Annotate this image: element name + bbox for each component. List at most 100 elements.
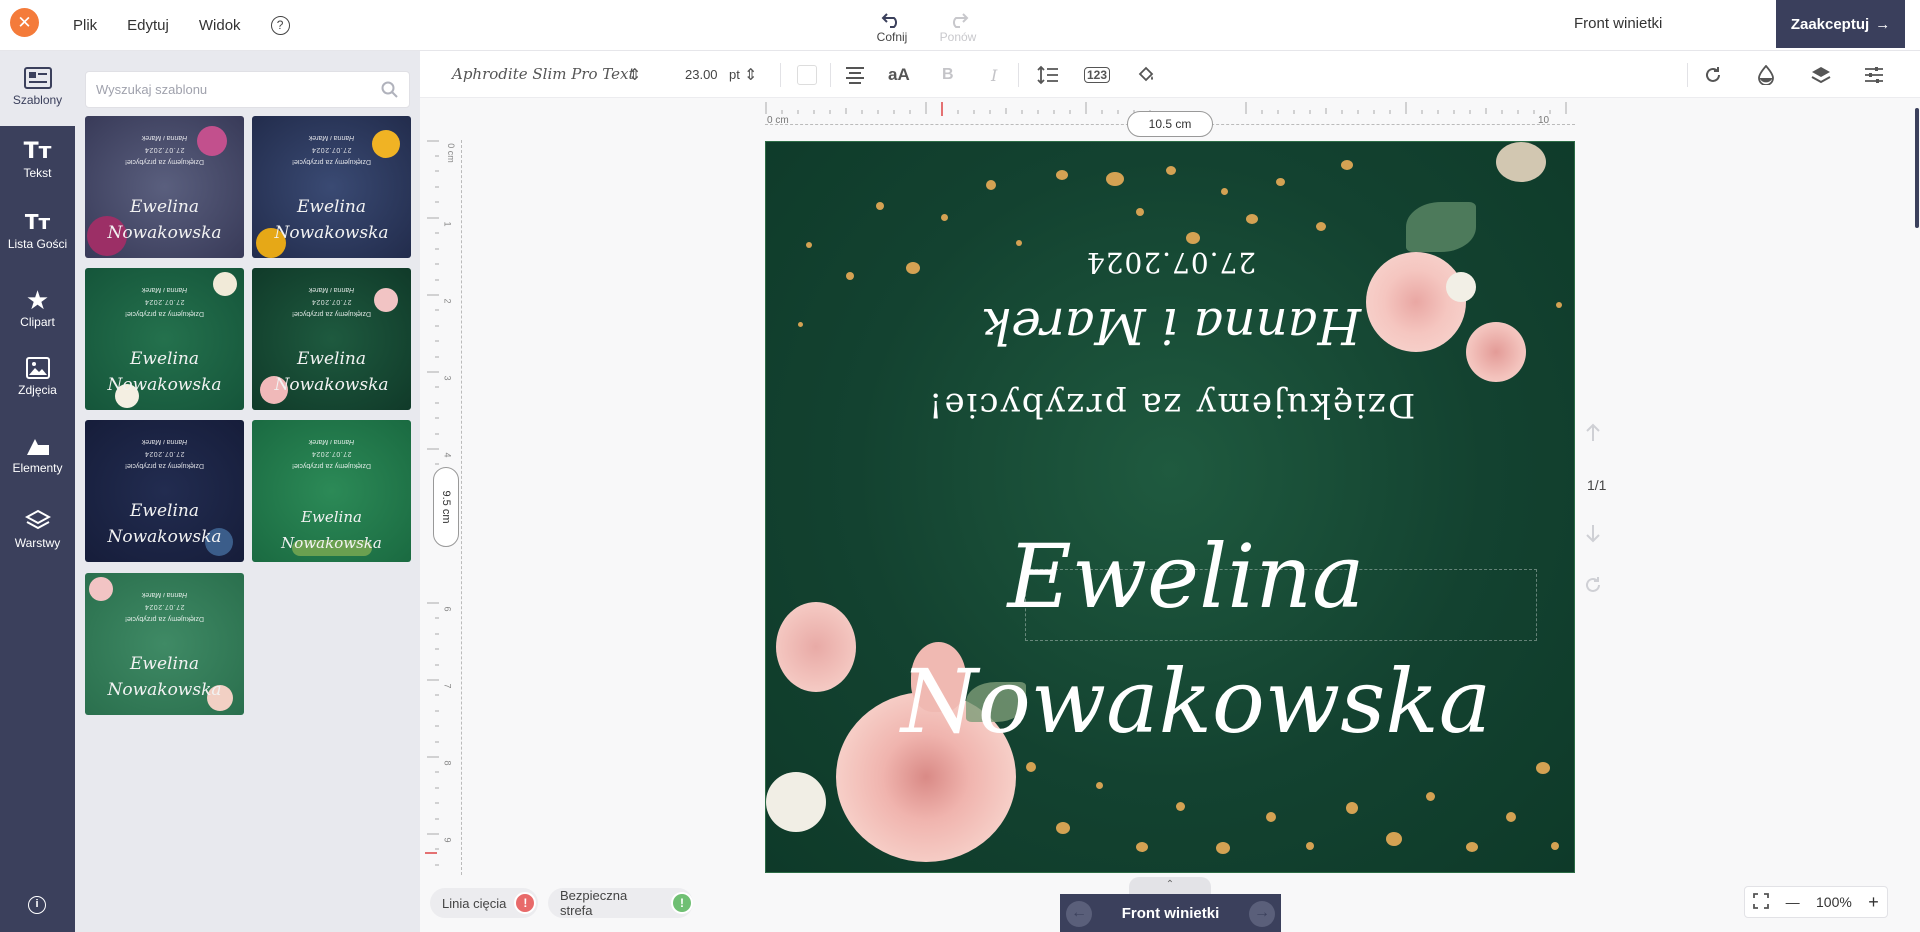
font-size-input[interactable]: 23.00 bbox=[685, 67, 718, 82]
guest-list-icon: Tт bbox=[24, 210, 51, 234]
card-couple-text[interactable]: Hanna i Marek bbox=[766, 297, 1574, 355]
template-thumb-1[interactable]: 27.07.2024 Hanna i Marek Dziękujemy za p… bbox=[85, 116, 244, 258]
thumb-date: 27.07.2024 bbox=[311, 450, 352, 457]
card-guest-first-name[interactable]: Ewelina bbox=[906, 525, 1466, 628]
thumb-couple: Hanna i Marek bbox=[308, 286, 355, 293]
gold-confetti bbox=[941, 214, 948, 221]
sidebar-item-label: Szablony bbox=[12, 93, 63, 107]
gold-confetti bbox=[1096, 782, 1103, 789]
accept-button[interactable]: Zaakceptuj → bbox=[1776, 0, 1905, 48]
side-switcher: ← Front winietki → bbox=[1060, 894, 1281, 932]
arrow-down-icon[interactable] bbox=[1584, 523, 1602, 548]
place-card-canvas[interactable]: 27.07.2024 Hanna i Marek Dziękujemy za p… bbox=[765, 141, 1575, 873]
toolbar-divider bbox=[830, 63, 831, 87]
thumb-thanks: Dziękujemy za przybycie! bbox=[292, 462, 371, 469]
cut-line-toggle[interactable]: Linia cięcia ! bbox=[430, 888, 538, 918]
ruler-tick-label: 8 bbox=[442, 760, 453, 766]
card-date-text[interactable]: 27.07.2024 bbox=[766, 246, 1574, 279]
gold-confetti bbox=[1186, 232, 1200, 244]
menu-view[interactable]: Widok bbox=[199, 17, 241, 34]
thumb-date: 27.07.2024 bbox=[144, 146, 185, 153]
width-measure-pill: 10.5 cm bbox=[1127, 111, 1213, 137]
close-button[interactable]: ✕ bbox=[10, 8, 39, 37]
align-center-icon[interactable] bbox=[845, 64, 865, 86]
expand-handle[interactable]: ⌃ bbox=[1129, 877, 1211, 895]
zoom-out-button[interactable]: — bbox=[1786, 894, 1800, 910]
refresh-icon[interactable] bbox=[1584, 576, 1602, 599]
thumb-full-name: Ewelina Nowakowska bbox=[281, 508, 382, 552]
safe-zone-toggle[interactable]: Bezpieczna strefa ! bbox=[548, 888, 693, 918]
toolbar-divider bbox=[1687, 63, 1688, 87]
font-family-select[interactable]: Aphrodite Slim Pro Text bbox=[452, 65, 635, 83]
vertical-scrollbar[interactable] bbox=[1915, 108, 1919, 228]
height-measure-pill: 9.5 cm bbox=[433, 467, 459, 547]
cut-line-indicator-icon: ! bbox=[514, 892, 537, 914]
undo-icon bbox=[872, 4, 912, 28]
sidebar-item-layers[interactable]: Warstwy bbox=[0, 506, 75, 550]
menu-file[interactable]: Plik bbox=[73, 17, 97, 34]
thumb-couple: Hanna i Marek bbox=[308, 134, 355, 141]
template-thumb-3[interactable]: 27.07.2024 Hanna i Marek Dziękujemy za p… bbox=[85, 268, 244, 410]
chevron-up-icon: ⌃ bbox=[1165, 879, 1175, 890]
gold-confetti bbox=[1166, 166, 1176, 175]
letter-spacing-icon[interactable]: 123 bbox=[1084, 67, 1111, 83]
info-icon[interactable]: i bbox=[28, 896, 46, 914]
zoom-in-button[interactable]: + bbox=[1868, 892, 1879, 913]
thumb-couple: Hanna i Marek bbox=[141, 134, 188, 141]
sidebar-item-guest-list[interactable]: Tт Lista Gości bbox=[0, 207, 75, 251]
template-thumb-2[interactable]: 27.07.2024 Hanna i Marek Dziękujemy za p… bbox=[252, 116, 411, 258]
rotate-icon[interactable] bbox=[1703, 64, 1723, 86]
ruler-tick-label: 4 bbox=[442, 452, 453, 458]
gold-confetti bbox=[1136, 842, 1148, 852]
thumb-date: 27.07.2024 bbox=[144, 603, 185, 610]
card-guest-last-name[interactable]: Nowakowska bbox=[886, 650, 1506, 753]
text-color-swatch[interactable] bbox=[796, 64, 818, 86]
settings-sliders-icon[interactable] bbox=[1864, 64, 1884, 86]
gold-confetti bbox=[1136, 208, 1144, 216]
ruler-tick-label: 3 bbox=[442, 375, 453, 381]
template-thumb-4[interactable]: 27.07.2024 Hanna i Marek Dziękujemy za p… bbox=[252, 268, 411, 410]
star-icon: ★ bbox=[25, 284, 50, 315]
thumb-thanks: Dziękujemy za przybycie! bbox=[125, 310, 204, 317]
previous-side-button[interactable]: ← bbox=[1066, 901, 1092, 927]
toolbar-divider bbox=[1018, 63, 1019, 87]
font-unit-select[interactable]: pt bbox=[729, 67, 740, 82]
line-height-icon[interactable] bbox=[1037, 64, 1059, 86]
thumb-last-name: Nowakowska bbox=[107, 527, 222, 547]
arrow-up-icon[interactable] bbox=[1584, 423, 1602, 448]
help-icon[interactable]: ? bbox=[270, 16, 290, 35]
layer-order-icon[interactable] bbox=[1811, 64, 1831, 86]
sidebar-item-text[interactable]: Tт Tekst bbox=[0, 136, 75, 181]
search-icon[interactable] bbox=[381, 81, 399, 104]
flower-decoration bbox=[766, 772, 826, 832]
template-thumb-5[interactable]: 27.07.2024 Hanna i Marek Dziękujemy za p… bbox=[85, 420, 244, 562]
sidebar-item-templates[interactable]: Szablony bbox=[0, 63, 75, 107]
card-thanks-text[interactable]: Dziękujemy za przybycie! bbox=[766, 385, 1574, 425]
sidebar-item-photos[interactable]: Zdjęcia bbox=[0, 353, 75, 397]
text-case-icon[interactable]: aA bbox=[888, 64, 910, 86]
gold-confetti bbox=[1386, 832, 1402, 846]
bold-icon[interactable]: B bbox=[942, 64, 954, 86]
sidebar-item-elements[interactable]: Elementy bbox=[0, 431, 75, 475]
font-select-arrows-icon[interactable]: ⇕ bbox=[628, 64, 641, 86]
thumb-last-name: Nowakowska bbox=[274, 223, 389, 243]
undo-button[interactable]: Cofnij bbox=[872, 4, 912, 44]
next-side-button[interactable]: → bbox=[1249, 901, 1275, 927]
gold-confetti bbox=[1176, 802, 1185, 811]
template-thumb-7[interactable]: 27.07.2024 Hanna i Marek Dziękujemy za p… bbox=[85, 573, 244, 715]
search-input[interactable] bbox=[86, 72, 366, 107]
gold-confetti bbox=[1426, 792, 1435, 801]
italic-icon[interactable]: I bbox=[991, 64, 997, 86]
fullscreen-icon[interactable] bbox=[1753, 892, 1770, 912]
thumb-couple: Hanna i Marek bbox=[141, 286, 188, 293]
menu-edit[interactable]: Edytuj bbox=[127, 17, 169, 34]
sidebar-item-clipart[interactable]: ★ Clipart bbox=[0, 284, 75, 330]
opacity-drop-icon[interactable] bbox=[1757, 64, 1775, 86]
redo-button[interactable]: Ponów bbox=[936, 4, 980, 44]
template-thumb-6[interactable]: 27.07.2024 Hanna i Marek Dziękujemy za p… bbox=[252, 420, 411, 562]
gold-confetti bbox=[1306, 842, 1314, 850]
paint-bucket-icon[interactable] bbox=[1136, 64, 1156, 86]
sidebar-item-label: Elementy bbox=[12, 461, 63, 475]
unit-select-arrows-icon[interactable]: ⇕ bbox=[744, 64, 757, 86]
ruler-guide-line bbox=[461, 140, 462, 875]
